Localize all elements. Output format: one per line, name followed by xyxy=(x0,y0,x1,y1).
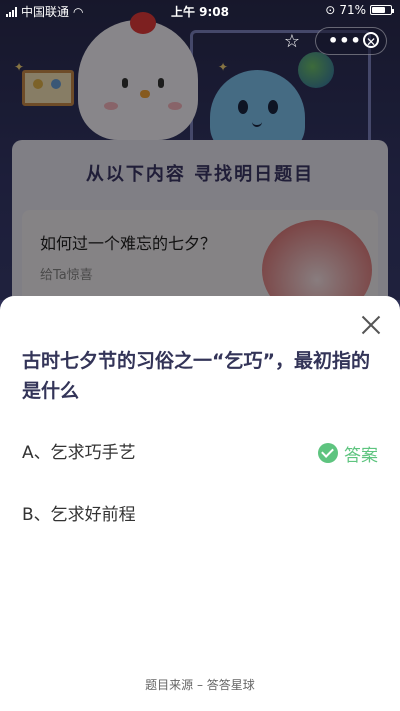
option-b[interactable]: B、乞求好前程 xyxy=(22,500,382,530)
answer-badge: 答案 xyxy=(318,438,378,468)
battery-percent: 71% xyxy=(339,3,366,17)
answer-sheet: 古时七夕节的习俗之一“乞巧”，最初指的是什么 A、乞求巧手艺 答案 B、乞求好前… xyxy=(0,296,400,711)
miniprogram-capsule: ••• ✕ xyxy=(315,27,387,55)
orientation-lock-icon: ⊙ xyxy=(325,3,336,17)
close-icon[interactable] xyxy=(360,314,382,336)
more-icon[interactable]: ••• xyxy=(328,31,362,50)
check-icon xyxy=(318,443,338,463)
sheet-question: 古时七夕节的习俗之一“乞巧”，最初指的是什么 xyxy=(22,350,370,402)
status-bar: 中国联通 ◠ 上午 9:08 ⊙ 71% xyxy=(0,0,400,22)
battery-icon xyxy=(370,5,394,15)
question-source: 题目来源 – 答答星球 xyxy=(145,678,255,692)
answer-label: 答案 xyxy=(344,445,378,466)
close-miniprogram-icon[interactable]: ✕ xyxy=(363,32,379,49)
favorite-star-icon[interactable]: ☆ xyxy=(278,28,306,56)
